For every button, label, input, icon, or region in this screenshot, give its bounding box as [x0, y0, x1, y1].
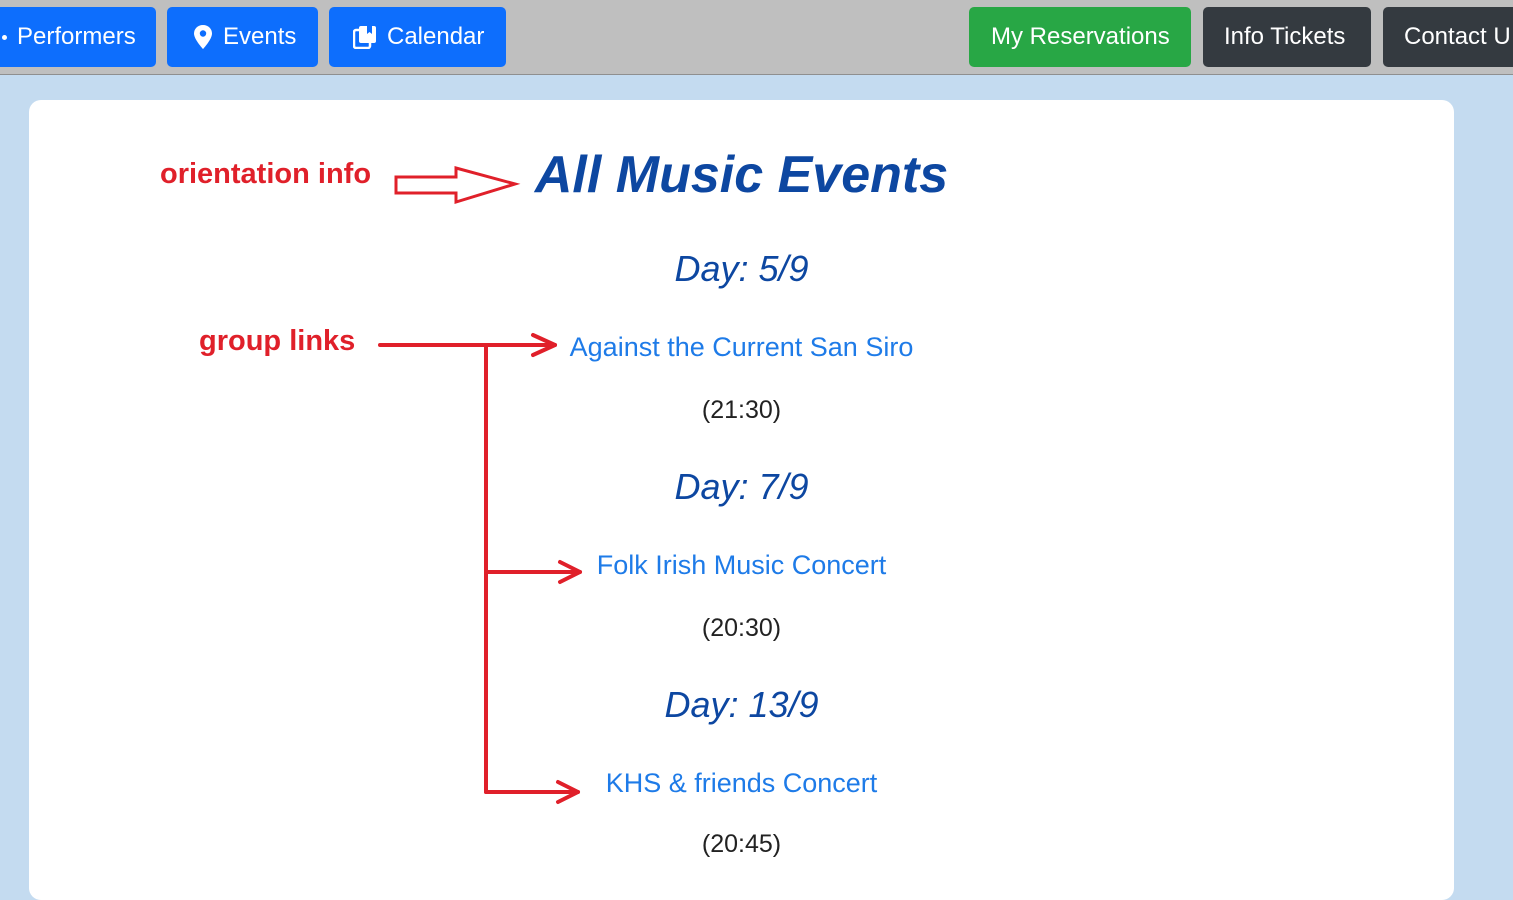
contact-label: Contact U	[1404, 23, 1511, 50]
my-reservations-label: My Reservations	[991, 23, 1170, 50]
day-heading: Day: 7/9	[674, 466, 809, 507]
annotation-orientation-label: orientation info	[160, 158, 372, 190]
contact-button[interactable]: Contact U	[1383, 7, 1513, 67]
event-link: Folk Irish Music Concert	[0, 550, 1483, 581]
event-link: KHS & friends Concert	[0, 768, 1483, 799]
info-tickets-button[interactable]: Info Tickets	[1203, 7, 1371, 67]
annotation-group-links-label: group links	[199, 325, 356, 357]
calendar-icon	[353, 25, 377, 49]
day-heading: Day: 5/9	[674, 248, 809, 289]
top-navbar: Performers Events Calendar My Reservatio…	[0, 0, 1513, 75]
calendar-label: Calendar	[387, 23, 485, 50]
event-time: (20:30)	[701, 614, 782, 642]
performers-label: Performers	[17, 23, 136, 50]
event-time: (20:45)	[701, 830, 782, 858]
event-time: (21:30)	[701, 396, 782, 424]
performers-icon	[2, 34, 7, 40]
event-link-text[interactable]: KHS & friends Concert	[606, 768, 878, 798]
events-button[interactable]: Events	[167, 7, 318, 67]
performers-button[interactable]: Performers	[0, 7, 156, 67]
events-label: Events	[223, 23, 297, 50]
my-reservations-button[interactable]: My Reservations	[969, 7, 1191, 67]
info-tickets-label: Info Tickets	[1224, 23, 1346, 50]
event-link-text[interactable]: Folk Irish Music Concert	[597, 550, 887, 580]
event-link-text[interactable]: Against the Current San Siro	[570, 332, 914, 362]
day-heading: Day: 13/9	[664, 684, 819, 725]
map-pin-icon	[193, 24, 213, 50]
calendar-button[interactable]: Calendar	[329, 7, 506, 67]
